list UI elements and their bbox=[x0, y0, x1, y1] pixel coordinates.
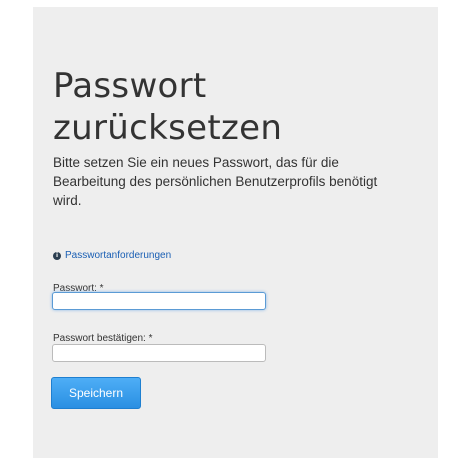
page-title-line1: Passwort bbox=[53, 66, 207, 106]
confirm-password-label: Passwort bestätigen: * bbox=[53, 333, 153, 344]
password-input[interactable] bbox=[52, 292, 266, 310]
password-requirements-label: Passwortanforderungen bbox=[65, 250, 172, 261]
page-title: Passwort zurücksetzen bbox=[53, 65, 282, 149]
password-requirements-link[interactable]: i Passwortanforderungen bbox=[53, 250, 171, 261]
page-description: Bitte setzen Sie ein neues Passwort, das… bbox=[53, 155, 378, 208]
save-button[interactable]: Speichern bbox=[51, 377, 141, 409]
reset-panel: Passwort zurücksetzen Bitte setzen Sie e… bbox=[33, 7, 438, 458]
page-title-line2: zurücksetzen bbox=[53, 108, 283, 148]
confirm-password-input[interactable] bbox=[52, 344, 266, 362]
info-icon: i bbox=[53, 251, 61, 260]
